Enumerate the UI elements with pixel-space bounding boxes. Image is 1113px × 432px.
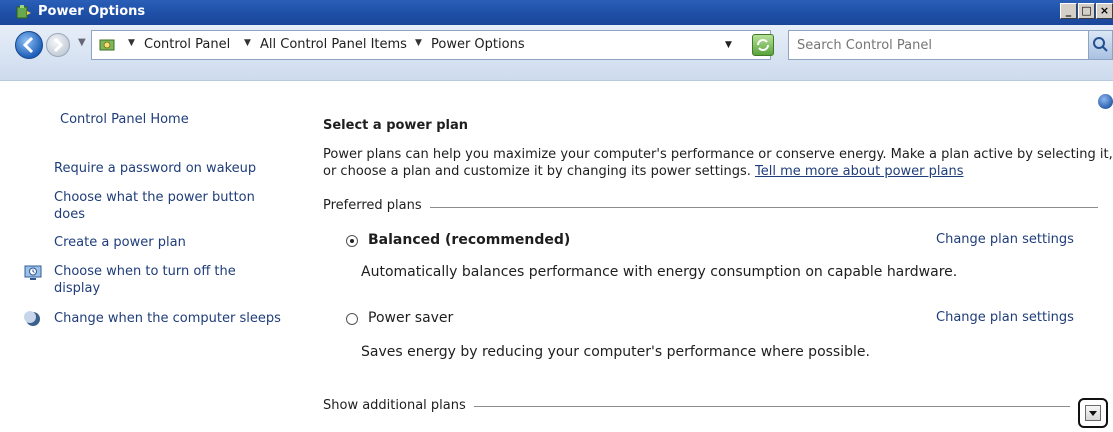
intro-body: Power plans can help you maximize your c… <box>323 147 1113 179</box>
preferred-divider <box>430 207 1098 208</box>
sidebar-control-panel-home[interactable]: Control Panel Home <box>60 111 189 128</box>
refresh-icon <box>757 39 769 51</box>
help-icon[interactable] <box>1098 94 1113 109</box>
search-input[interactable] <box>797 36 1057 54</box>
moon-icon <box>24 311 40 326</box>
breadcrumb-control-panel[interactable]: Control Panel <box>144 37 230 52</box>
expand-additional-plans-button[interactable] <box>1078 398 1108 428</box>
sidebar-item-computer-sleeps[interactable]: Change when the computer sleeps <box>54 310 281 327</box>
plan-desc-power-saver: Saves energy by reducing your computer's… <box>361 344 870 360</box>
breadcrumb-all-items[interactable]: All Control Panel Items <box>260 37 407 52</box>
breadcrumb-chevron-icon[interactable]: ▼ <box>415 38 422 48</box>
forward-arrow-icon <box>53 37 64 53</box>
address-field[interactable]: ▼ Control Panel ▼ All Control Panel Item… <box>91 30 774 60</box>
minimize-button[interactable]: _ <box>1060 3 1077 19</box>
back-arrow-icon <box>22 36 34 54</box>
close-button[interactable]: × <box>1096 3 1113 19</box>
breadcrumb-power-options[interactable]: Power Options <box>431 37 525 52</box>
chevron-down-icon <box>1089 411 1097 416</box>
expand-button-face <box>1085 405 1101 421</box>
breadcrumb-chevron-icon[interactable]: ▼ <box>244 38 251 48</box>
plan-desc-balanced: Automatically balances performance with … <box>361 264 958 280</box>
change-plan-settings-balanced[interactable]: Change plan settings <box>936 232 1074 247</box>
display-icon <box>24 265 42 280</box>
tell-me-more-link[interactable]: Tell me more about power plans <box>755 164 963 179</box>
title-bar: Power Options _ □ × <box>0 0 1113 25</box>
breadcrumb-chevron-icon[interactable]: ▼ <box>128 38 135 48</box>
plan-name-power-saver[interactable]: Power saver <box>368 310 453 326</box>
power-options-icon <box>16 5 31 19</box>
preferred-plans-label: Preferred plans <box>323 198 430 213</box>
sidebar-item-create-plan[interactable]: Create a power plan <box>54 234 186 251</box>
recent-pages-chevron-icon[interactable]: ▼ <box>78 37 86 48</box>
additional-divider <box>470 406 1070 407</box>
back-button[interactable] <box>15 31 43 59</box>
search-icon <box>1093 37 1108 52</box>
show-additional-plans-label: Show additional plans <box>323 398 474 413</box>
sidebar-item-require-password[interactable]: Require a password on wakeup <box>54 160 256 177</box>
address-dropdown-icon[interactable]: ▼ <box>725 40 732 50</box>
forward-button[interactable] <box>46 33 70 57</box>
refresh-button[interactable] <box>752 34 774 56</box>
change-plan-settings-power-saver[interactable]: Change plan settings <box>936 310 1074 325</box>
sidebar-item-power-button[interactable]: Choose what the power button does <box>54 189 284 223</box>
intro-text: Power plans can help you maximize your c… <box>323 146 1113 180</box>
power-saver-radio[interactable] <box>346 313 358 325</box>
search-button[interactable] <box>1088 30 1113 60</box>
window-title: Power Options <box>38 4 146 19</box>
maximize-button[interactable]: □ <box>1078 3 1095 19</box>
search-field[interactable] <box>788 30 1090 60</box>
address-bar: ▼ ▼ Control Panel ▼ All Control Panel It… <box>0 25 1113 81</box>
balanced-radio[interactable] <box>346 235 358 247</box>
plan-name-balanced[interactable]: Balanced (recommended) <box>368 232 570 248</box>
radio-selected-dot <box>350 239 354 243</box>
page-title: Select a power plan <box>323 118 468 133</box>
sidebar-item-turn-off-display[interactable]: Choose when to turn off the display <box>54 263 274 297</box>
control-panel-icon <box>99 39 115 51</box>
